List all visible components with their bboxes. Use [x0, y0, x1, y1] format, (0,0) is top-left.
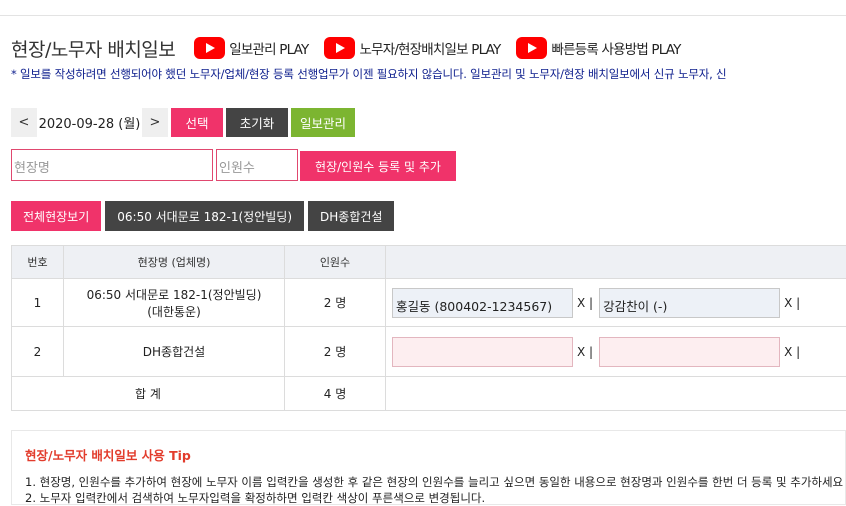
tip-box: 현장/노무자 배치일보 사용 Tip 1. 현장명, 인원수를 추가하여 현장에…: [11, 430, 846, 505]
daily-manage-button[interactable]: 일보관리: [291, 108, 355, 137]
remove-worker-button[interactable]: X |: [577, 345, 593, 359]
date-bar: < 2020-09-28 (월) > 선택 초기화 일보관리: [11, 108, 355, 137]
prev-date-button[interactable]: <: [11, 108, 37, 137]
site-filter-bar: 전체현장보기 06:50 서대문로 182-1(정안빌딩) DH종합건설: [11, 201, 398, 231]
table-header-row: 번호 현장명 (업체명) 인원수: [12, 246, 846, 279]
worker-input[interactable]: 홍길동 (800402-1234567): [392, 288, 573, 318]
remove-worker-button[interactable]: X |: [784, 345, 800, 359]
total-count: 4 명: [285, 377, 386, 411]
row-site-name: DH종합건설: [65, 343, 283, 360]
video-link-label: 노무자/현장배치일보 PLAY: [359, 38, 500, 58]
remove-worker-button[interactable]: X |: [577, 296, 593, 310]
col-header-count: 인원수: [285, 246, 386, 279]
row-site-cell: 06:50 서대문로 182-1(정안빌딩) (대한통운): [64, 279, 285, 327]
filter-site-seodaemun[interactable]: 06:50 서대문로 182-1(정안빌딩): [105, 201, 304, 231]
reset-button[interactable]: 초기화: [226, 108, 288, 137]
tip-line-1: 1. 현장명, 인원수를 추가하여 현장에 노무자 이름 입력칸을 생성한 후 …: [25, 474, 843, 490]
worker-input[interactable]: [599, 337, 780, 367]
table-row: 1 06:50 서대문로 182-1(정안빌딩) (대한통운) 2 명 홍길동 …: [12, 279, 846, 327]
row-site-name: 06:50 서대문로 182-1(정안빌딩): [65, 286, 283, 303]
remove-worker-button[interactable]: X |: [784, 296, 800, 310]
video-link-worker-site[interactable]: 노무자/현장배치일보 PLAY: [324, 37, 500, 59]
row-workers-cell: X | X |: [386, 327, 846, 377]
notice-text: * 일보를 작성하려면 선행되어야 했던 노무자/업체/현장 등록 선행업무가 …: [11, 66, 846, 82]
site-name-input[interactable]: 현장명: [11, 149, 213, 181]
dispatch-table: 번호 현장명 (업체명) 인원수 1 06:50 서대문로 182-1(정안빌딩…: [11, 245, 846, 411]
total-label: 합 계: [12, 377, 285, 411]
row-company-name: (대한통운): [65, 303, 283, 320]
row-count: 2 명: [285, 279, 386, 327]
row-count: 2 명: [285, 327, 386, 377]
headcount-input[interactable]: 인원수: [216, 149, 298, 181]
worker-input[interactable]: [392, 337, 573, 367]
youtube-play-icon: [516, 37, 547, 59]
youtube-play-icon: [324, 37, 355, 59]
row-number: 2: [12, 327, 64, 377]
filter-site-dh[interactable]: DH종합건설: [308, 201, 394, 231]
row-site-cell: DH종합건설: [64, 327, 285, 377]
add-site-button[interactable]: 현장/인원수 등록 및 추가: [300, 151, 456, 181]
title-row: 현장/노무자 배치일보 일보관리 PLAY 노무자/현장배치일보 PLAY 빠른…: [11, 34, 697, 62]
row-number: 1: [12, 279, 64, 327]
filter-all-sites[interactable]: 전체현장보기: [11, 201, 101, 231]
video-link-quick-register[interactable]: 빠른등록 사용방법 PLAY: [516, 37, 680, 59]
col-header-workers: [386, 246, 846, 279]
worker-input[interactable]: 강감찬이 (-): [599, 288, 780, 318]
video-link-label: 일보관리 PLAY: [229, 38, 308, 58]
total-empty: [386, 377, 846, 411]
select-button[interactable]: 선택: [171, 108, 223, 137]
table-total-row: 합 계 4 명: [12, 377, 846, 411]
tip-title: 현장/노무자 배치일보 사용 Tip: [25, 445, 191, 464]
date-display[interactable]: 2020-09-28 (월): [37, 108, 142, 137]
top-divider: [0, 15, 846, 16]
next-date-button[interactable]: >: [142, 108, 168, 137]
table-row: 2 DH종합건설 2 명 X | X |: [12, 327, 846, 377]
youtube-play-icon: [194, 37, 225, 59]
video-link-label: 빠른등록 사용방법 PLAY: [551, 38, 680, 58]
page-title: 현장/노무자 배치일보: [11, 35, 175, 62]
video-link-daily-report[interactable]: 일보관리 PLAY: [194, 37, 308, 59]
row-workers-cell: 홍길동 (800402-1234567) X | 강감찬이 (-) X |: [386, 279, 846, 327]
tip-line-2: 2. 노무자 입력칸에서 검색하여 노무자입력을 확정하하면 입력칸 색상이 푸…: [25, 490, 485, 506]
col-header-site: 현장명 (업체명): [64, 246, 285, 279]
col-header-no: 번호: [12, 246, 64, 279]
